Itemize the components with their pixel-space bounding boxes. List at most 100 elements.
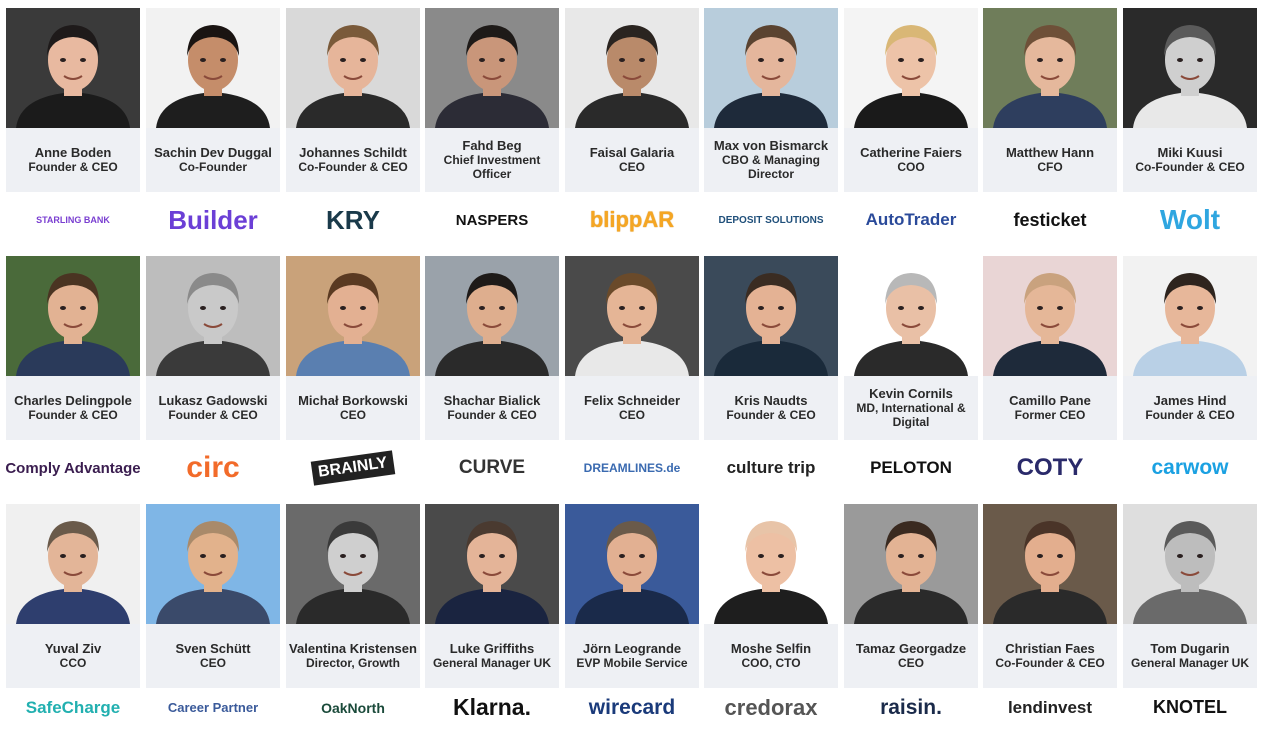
brainly-logo: BRAINLY (286, 440, 420, 496)
company-name: KRY (326, 204, 380, 235)
person-role: CEO (618, 407, 645, 422)
person-role: Former CEO (1014, 407, 1086, 422)
portrait-image (704, 8, 838, 128)
person-info: Christian Faes Co-Founder & CEO (983, 624, 1117, 686)
person-card: Lukasz Gadowski Founder & CEO circ (146, 256, 280, 496)
coty-logo: COTY (983, 440, 1117, 496)
person-role: Founder & CEO (168, 407, 258, 422)
person-name: Johannes Schildt (299, 144, 407, 160)
person-info: Faisal Galaria CEO (565, 128, 699, 190)
person-card: Faisal Galaria CEO blippAR (565, 8, 699, 248)
company-name: PELOTON (870, 458, 952, 477)
person-info: Kevin Cornils MD, International & Digital (844, 376, 978, 438)
portrait-image (704, 504, 838, 624)
portrait-image (6, 504, 140, 624)
person-role: CEO (199, 655, 226, 670)
culture-trip-logo: culture trip (704, 440, 838, 496)
klarna-logo: Klarna. (425, 688, 559, 727)
person-photo (6, 256, 140, 376)
person-photo (704, 256, 838, 376)
oaknorth-logo: OakNorth (286, 688, 420, 727)
company-name: NASPERS (455, 211, 529, 229)
person-photo (6, 504, 140, 624)
kry-logo: KRY (286, 192, 420, 248)
person-role: Founder & CEO (726, 407, 816, 422)
person-card: Camillo Pane Former CEO COTY (983, 256, 1117, 496)
carwow-logo: carwow (1123, 440, 1257, 496)
company-name: festicket (1013, 209, 1087, 230)
person-name: Jörn Leogrande (582, 640, 682, 656)
company-name: culture trip (726, 458, 816, 477)
person-card: Tom Dugarin General Manager UK KNOTEL (1123, 504, 1257, 727)
person-card: Anne Boden Founder & CEO STARLING BANK (6, 8, 140, 248)
portrait-image (983, 504, 1117, 624)
person-card: Shachar Bialick Founder & CEO CURVE (425, 256, 559, 496)
person-info: Kris Naudts Founder & CEO (704, 376, 838, 438)
curve-logo: CURVE (425, 440, 559, 496)
person-name: Christian Faes (1005, 640, 1095, 656)
person-card: Catherine Faiers COO AutoTrader (844, 8, 978, 248)
person-name: Lukasz Gadowski (158, 392, 268, 408)
credorax-logo: credorax (704, 688, 838, 727)
company-name: COTY (1016, 454, 1084, 481)
company-name: BRAINLY (310, 450, 396, 486)
company-name: Wolt (1159, 204, 1221, 235)
person-card: Kevin Cornils MD, International & Digital… (844, 256, 978, 496)
company-name: Builder (168, 204, 258, 235)
person-info: Yuval Ziv CCO (6, 624, 140, 686)
portrait-image (425, 8, 559, 128)
portrait-image (844, 256, 978, 376)
person-role: COO, CTO (741, 655, 801, 670)
person-photo (844, 504, 978, 624)
person-name: Luke Griffiths (449, 640, 535, 656)
company-name: circ (186, 451, 240, 484)
comply-advantage-logo: Comply Advantage (6, 440, 140, 496)
deposit-solutions-logo: DEPOSIT SOLUTIONS (704, 192, 838, 248)
portrait-image (146, 8, 280, 128)
person-role: CEO (897, 655, 924, 670)
person-name: Catherine Faiers (860, 144, 962, 160)
portrait-image (983, 8, 1117, 128)
peloton-logo: PELOTON (844, 440, 978, 496)
portrait-image (286, 504, 420, 624)
company-name: blippAR (589, 207, 675, 232)
portrait-image (286, 256, 420, 376)
person-photo (286, 504, 420, 624)
company-name: Comply Advantage (6, 459, 140, 477)
company-name: raisin. (880, 695, 942, 719)
blippar-logo: blippAR (565, 192, 699, 248)
person-name: Tamaz Georgadze (855, 640, 967, 656)
portrait-image (1123, 256, 1257, 376)
person-role: Director, Growth (305, 655, 400, 670)
autotrader-logo: AutoTrader (844, 192, 978, 248)
person-role: CFO (1037, 159, 1063, 174)
person-card: Fahd Beg Chief Investment Officer NASPERS (425, 8, 559, 248)
person-info: Miki Kuusi Co-Founder & CEO (1123, 128, 1257, 190)
person-name: Sachin Dev Duggal (154, 144, 272, 160)
person-role: MD, International & Digital (856, 400, 966, 429)
portrait-image (6, 8, 140, 128)
festicket-logo: festicket (983, 192, 1117, 248)
person-photo (565, 256, 699, 376)
raisin-logo: raisin. (844, 688, 978, 727)
person-name: Faisal Galaria (589, 144, 675, 160)
portrait-image (844, 504, 978, 624)
career-partner-logo: Career Partner (146, 688, 280, 727)
person-card: Tamaz Georgadze CEO raisin. (844, 504, 978, 727)
person-card: Sven Schütt CEO Career Partner (146, 504, 280, 727)
person-photo (844, 256, 978, 376)
person-photo (425, 256, 559, 376)
person-name: Matthew Hann (1005, 144, 1095, 160)
person-card: James Hind Founder & CEO carwow (1123, 256, 1257, 496)
person-info: Johannes Schildt Co-Founder & CEO (286, 128, 420, 190)
founders-grid: Anne Boden Founder & CEO STARLING BANK Sach… (0, 0, 1263, 731)
person-photo (704, 8, 838, 128)
company-name: Career Partner (167, 700, 259, 715)
person-photo (704, 504, 838, 624)
person-info: Catherine Faiers COO (844, 128, 978, 190)
person-photo (983, 8, 1117, 128)
person-card: Jörn Leogrande EVP Mobile Service wirecard (565, 504, 699, 727)
person-role: CBO & Managing Director (722, 152, 820, 181)
person-info: Michał Borkowski CEO (286, 376, 420, 438)
person-role: General Manager UK (1130, 655, 1250, 670)
